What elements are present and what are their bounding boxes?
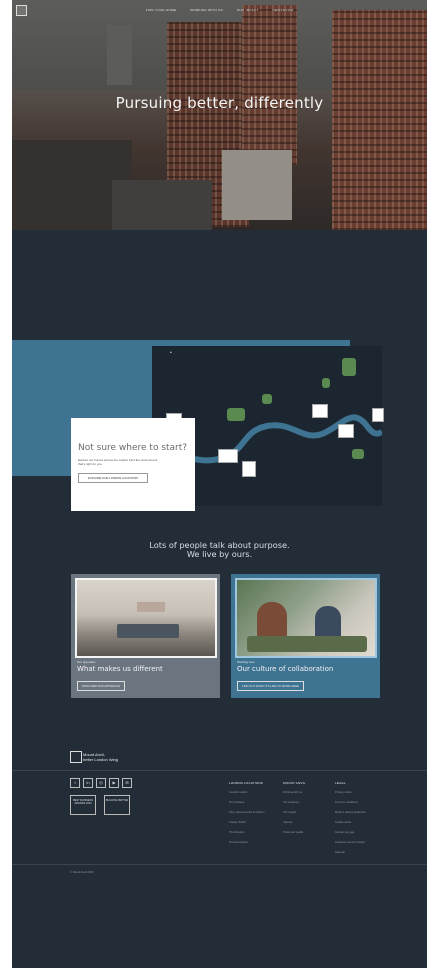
feature-card-approach: Our approach What makes us different DIS…: [71, 574, 220, 698]
map-location-pin[interactable]: [312, 404, 328, 418]
map-park: [227, 408, 245, 421]
footer-link[interactable]: Sitemap: [335, 851, 366, 854]
footer-link[interactable]: Central London: [229, 791, 265, 794]
footer-link[interactable]: Cookie notice: [335, 821, 366, 824]
footer-link[interactable]: The Islington: [229, 831, 265, 834]
page: FIND YOUR HOME WORKING WITH US OUR IMPAC…: [12, 0, 427, 968]
discover-approach-button[interactable]: DISCOVER OUR APPROACH: [77, 681, 125, 691]
footer-link[interactable]: Our Academy: [283, 801, 305, 804]
wechat-icon[interactable]: ✉: [122, 778, 132, 788]
colleagues-photo: [235, 578, 377, 658]
footer-link[interactable]: Careers: [283, 821, 305, 824]
instagram-icon[interactable]: ◎: [96, 778, 106, 788]
footer-column-mount-anvil: MOUNT ANVIL Working with us Our Academy …: [283, 781, 306, 834]
footer-link[interactable]: Terms & conditions: [335, 801, 366, 804]
map-park: [352, 449, 364, 459]
footer-link[interactable]: Canary Wharf: [229, 821, 265, 824]
footer-link[interactable]: The Kensington: [229, 841, 265, 844]
nav-item-find-your-home[interactable]: FIND YOUR HOME: [146, 8, 176, 12]
footer-divider: [12, 770, 427, 771]
footer-link[interactable]: Modern slavery statement: [335, 811, 366, 814]
map-park: [262, 394, 272, 404]
footer-divider: [12, 864, 427, 865]
nav-item-newsroom[interactable]: NEWSROOM: [273, 8, 294, 12]
footer-link[interactable]: Press and media: [283, 831, 305, 834]
map-park: [322, 378, 330, 388]
linkedin-icon[interactable]: in: [83, 778, 93, 788]
nav-item-our-impact[interactable]: OUR IMPACT: [237, 8, 259, 12]
footer-brand: Mount Anvil, better London living: [83, 752, 118, 762]
work-here-button[interactable]: FIND OUT WHAT IT'S LIKE TO WORK HERE: [237, 681, 304, 691]
main-nav: FIND YOUR HOME WORKING WITH US OUR IMPAC…: [12, 8, 427, 12]
map-location-pin[interactable]: [242, 461, 256, 477]
feature-label: Our approach: [77, 660, 96, 664]
copyright-text: © Mount Anvil 2023: [70, 871, 94, 874]
footer-link[interactable]: Kew, Hammersmith & Fulham: [229, 811, 265, 814]
building-better-badge-icon: BUILDING BETTER: [104, 795, 130, 815]
social-links: t in ◎ ▶ ✉: [70, 778, 132, 788]
footer-logo[interactable]: [70, 751, 82, 763]
footer-link[interactable]: Privacy notice: [335, 791, 366, 794]
map-location-pin[interactable]: [372, 408, 384, 422]
living-room-photo: [75, 578, 217, 658]
footer-link[interactable]: Working with us: [283, 791, 305, 794]
map-park: [342, 358, 356, 376]
footer-link[interactable]: Customer service charter: [335, 841, 366, 844]
hero-section: FIND YOUR HOME WORKING WITH US OUR IMPAC…: [12, 0, 427, 230]
hero-title: Pursuing better, differently: [115, 94, 324, 112]
map-location-pin[interactable]: [338, 424, 354, 438]
start-card-text: Explore our homes across the capital. Fi…: [78, 458, 158, 466]
youtube-icon[interactable]: ▶: [109, 778, 119, 788]
start-card: Not sure where to start? Explore our hom…: [71, 418, 195, 511]
start-card-title: Not sure where to start?: [78, 443, 188, 453]
twitter-icon[interactable]: t: [70, 778, 80, 788]
explore-locations-button[interactable]: EXPLORE OUR LONDON LOCATIONS: [78, 473, 148, 483]
footer-link[interactable]: Our impact: [283, 811, 305, 814]
footer-link[interactable]: The Chelsea: [229, 801, 265, 804]
footer-column-locations: LONDON LOCATIONS Central London The Chel…: [229, 781, 265, 844]
map-location-pin[interactable]: [218, 449, 238, 463]
purpose-heading: Lots of people talk about purpose. We li…: [149, 540, 290, 559]
feature-card-culture: Working here Our culture of collaboratio…: [231, 574, 380, 698]
footer-column-legal: LEGAL Privacy notice Terms & conditions …: [335, 781, 366, 854]
map-label: ■: [170, 351, 172, 354]
nav-item-working-with-us[interactable]: WORKING WITH US: [190, 8, 223, 12]
feature-label: Working here: [237, 660, 255, 664]
footer-link[interactable]: Gender pay gap: [335, 831, 366, 834]
feature-title: Our culture of collaboration: [237, 665, 334, 673]
award-badge-icon: BEST BUSINESS AWARDS 2023: [70, 795, 96, 815]
feature-title: What makes us different: [77, 665, 163, 673]
